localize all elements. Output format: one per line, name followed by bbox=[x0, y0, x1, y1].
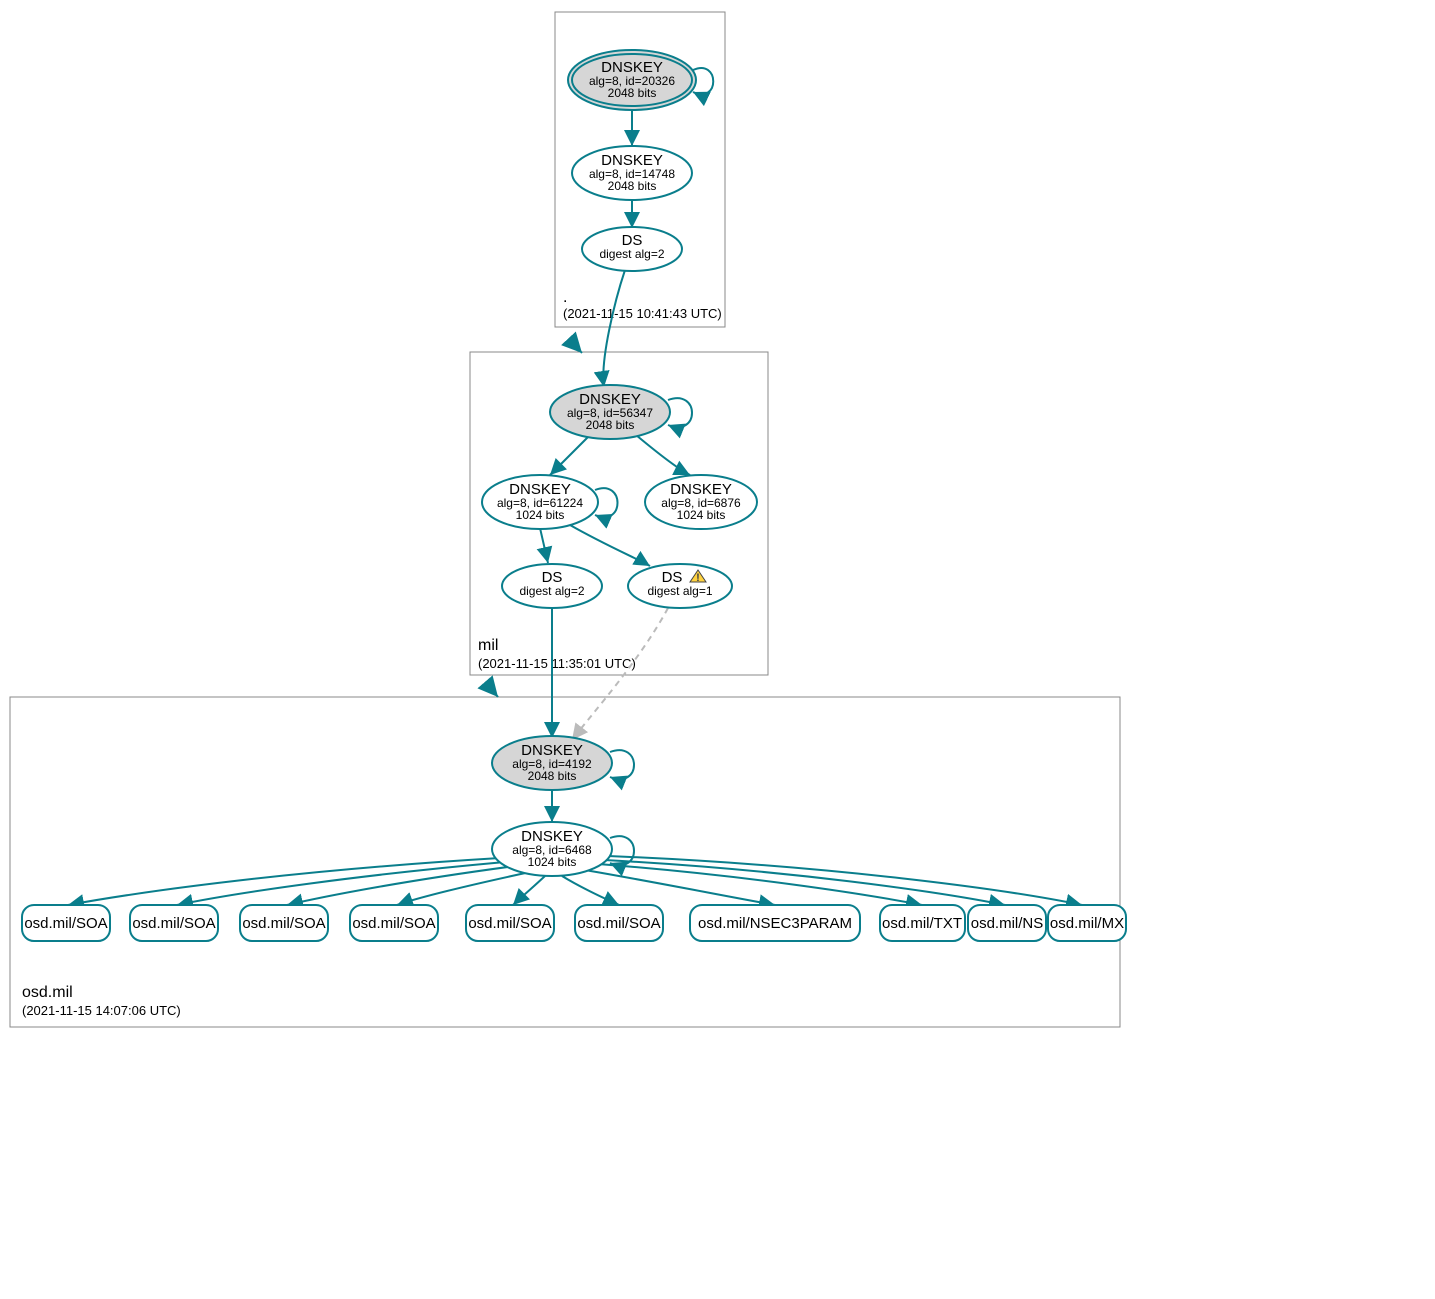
edge-mil-ksk-to-zsk-a bbox=[550, 435, 590, 475]
node-mil-zsk-b: DNSKEY alg=8, id=6876 1024 bits bbox=[645, 475, 757, 529]
svg-text:osd.mil/SOA: osd.mil/SOA bbox=[242, 915, 325, 932]
rrset-r5: osd.mil/SOA bbox=[575, 905, 663, 941]
rrset-r7: osd.mil/TXT bbox=[880, 905, 965, 941]
edge-zsk-to-r1 bbox=[177, 862, 505, 905]
node-root-zsk: DNSKEY alg=8, id=14748 2048 bits bbox=[572, 146, 692, 200]
node-root-ksk: DNSKEY alg=8, id=20326 2048 bits bbox=[568, 50, 696, 110]
rrset-r1: osd.mil/SOA bbox=[130, 905, 218, 941]
edge-zsk-to-r4 bbox=[513, 876, 545, 905]
node-osd-zsk: DNSKEY alg=8, id=6468 1024 bits bbox=[492, 822, 612, 876]
svg-text:osd.mil/SOA: osd.mil/SOA bbox=[352, 915, 435, 932]
svg-text:osd.mil/NS: osd.mil/NS bbox=[971, 915, 1044, 932]
rrset-r9: osd.mil/MX bbox=[1048, 905, 1126, 941]
rrset-r0: osd.mil/SOA bbox=[22, 905, 110, 941]
zone-label-mil: mil bbox=[478, 637, 498, 654]
edge-zone-mil-to-osd bbox=[486, 683, 498, 697]
node-root-ds: DS digest alg=2 bbox=[582, 227, 682, 271]
svg-text:1024 bits: 1024 bits bbox=[528, 855, 577, 869]
edge-self-mil-ksk bbox=[668, 398, 692, 427]
svg-text:osd.mil/TXT: osd.mil/TXT bbox=[882, 915, 962, 932]
svg-text:osd.mil/SOA: osd.mil/SOA bbox=[577, 915, 660, 932]
dnssec-chain-diagram: . (2021-11-15 10:41:43 UTC) mil (2021-11… bbox=[0, 0, 1435, 1299]
svg-text:1024 bits: 1024 bits bbox=[677, 508, 726, 522]
edge-mil-ds1-to-osd-ksk bbox=[572, 608, 668, 740]
node-mil-ds-1: DS digest alg=1 ! bbox=[628, 564, 732, 608]
edge-mil-zsk-a-to-ds2 bbox=[540, 528, 548, 563]
svg-text:2048 bits: 2048 bits bbox=[608, 179, 657, 193]
edge-self-osd-ksk bbox=[610, 750, 634, 779]
svg-text:2048 bits: 2048 bits bbox=[608, 86, 657, 100]
node-mil-ksk: DNSKEY alg=8, id=56347 2048 bits bbox=[550, 385, 670, 439]
edge-zsk-to-r5 bbox=[562, 876, 619, 905]
zone-label-osd: osd.mil bbox=[22, 984, 73, 1001]
svg-text:digest alg=2: digest alg=2 bbox=[519, 584, 584, 598]
svg-text:2048 bits: 2048 bits bbox=[528, 769, 577, 783]
edge-zone-root-to-mil bbox=[570, 340, 582, 353]
svg-text:digest alg=2: digest alg=2 bbox=[599, 247, 664, 261]
node-mil-zsk-a: DNSKEY alg=8, id=61224 1024 bits bbox=[482, 475, 598, 529]
svg-text:osd.mil/NSEC3PARAM: osd.mil/NSEC3PARAM bbox=[698, 915, 852, 932]
rrset-r8: osd.mil/NS bbox=[968, 905, 1046, 941]
zone-ts-osd: (2021-11-15 14:07:06 UTC) bbox=[22, 1003, 181, 1018]
zone-ts-mil: (2021-11-15 11:35:01 UTC) bbox=[478, 656, 636, 671]
edge-zsk-to-r3 bbox=[397, 872, 530, 905]
node-osd-ksk: DNSKEY alg=8, id=4192 2048 bits bbox=[492, 736, 612, 790]
svg-text:osd.mil/SOA: osd.mil/SOA bbox=[468, 915, 551, 932]
rrset-r6: osd.mil/NSEC3PARAM bbox=[690, 905, 860, 941]
edge-zsk-to-r0 bbox=[68, 858, 500, 905]
svg-text:!: ! bbox=[696, 572, 700, 584]
zone-label-root: . bbox=[563, 289, 567, 306]
rrset-r4: osd.mil/SOA bbox=[466, 905, 554, 941]
edge-mil-ksk-to-zsk-b bbox=[636, 435, 690, 475]
rrset-r2: osd.mil/SOA bbox=[240, 905, 328, 941]
svg-text:2048 bits: 2048 bits bbox=[586, 418, 635, 432]
rrset-r3: osd.mil/SOA bbox=[350, 905, 438, 941]
svg-text:1024 bits: 1024 bits bbox=[516, 508, 565, 522]
svg-text:osd.mil/SOA: osd.mil/SOA bbox=[24, 915, 107, 932]
svg-text:digest alg=1: digest alg=1 bbox=[647, 584, 712, 598]
edge-mil-zsk-a-to-ds1 bbox=[570, 525, 650, 566]
svg-text:osd.mil/SOA: osd.mil/SOA bbox=[132, 915, 215, 932]
svg-text:osd.mil/MX: osd.mil/MX bbox=[1050, 915, 1124, 932]
zone-ts-root: (2021-11-15 10:41:43 UTC) bbox=[563, 306, 722, 321]
edge-zsk-to-r6 bbox=[585, 870, 775, 905]
edge-root-ds-to-mil-ksk bbox=[603, 270, 625, 387]
node-mil-ds-2: DS digest alg=2 bbox=[502, 564, 602, 608]
